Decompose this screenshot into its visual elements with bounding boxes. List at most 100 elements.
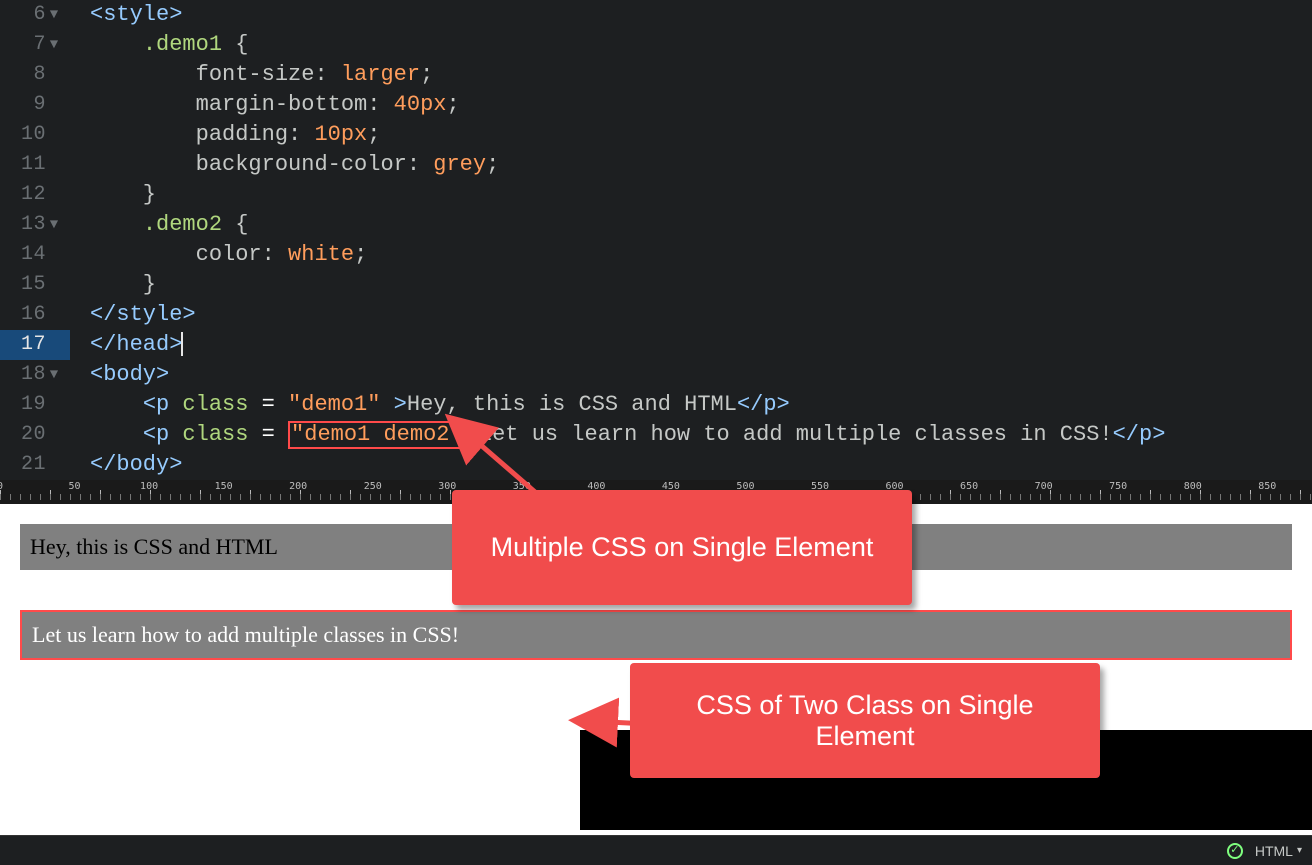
gutter-line[interactable]: 10: [0, 120, 70, 150]
line-number-gutter[interactable]: 6▼7▼8910111213▼1415161718▼192021: [0, 0, 70, 480]
code-token: ;: [446, 92, 459, 117]
code-token: </head>: [90, 332, 182, 357]
code-token: :: [288, 122, 314, 147]
code-line[interactable]: </style>: [90, 300, 1312, 330]
code-line[interactable]: font-size: larger;: [90, 60, 1312, 90]
line-number: 13: [0, 210, 46, 240]
code-token: :: [314, 62, 340, 87]
gutter-line[interactable]: 6▼: [0, 0, 70, 30]
code-line[interactable]: padding: 10px;: [90, 120, 1312, 150]
preview-paragraph-demo1-demo2: Let us learn how to add multiple classes…: [20, 610, 1292, 660]
code-token: [90, 212, 143, 237]
code-token: [380, 392, 393, 417]
annotation-callout-1: Multiple CSS on Single Element: [452, 490, 912, 605]
language-selector[interactable]: HTML ▾: [1255, 843, 1302, 859]
code-line[interactable]: }: [90, 180, 1312, 210]
code-token: 40px: [394, 92, 447, 117]
code-token: </style>: [90, 302, 196, 327]
code-token: font-size: [196, 62, 315, 87]
code-token: ;: [354, 242, 367, 267]
gutter-line[interactable]: 21: [0, 450, 70, 480]
code-line[interactable]: </body>: [90, 450, 1312, 480]
ruler-tick-label: 800: [1184, 481, 1202, 492]
line-number: 18: [0, 360, 46, 390]
code-token: white: [288, 242, 354, 267]
code-token: [90, 92, 196, 117]
code-line[interactable]: }: [90, 270, 1312, 300]
code-token: =: [262, 392, 275, 417]
code-token: [90, 152, 196, 177]
line-number: 6: [0, 0, 46, 30]
code-line[interactable]: <p class = "demo1" >Hey, this is CSS and…: [90, 390, 1312, 420]
line-number: 21: [0, 450, 46, 480]
gutter-line[interactable]: 17: [0, 330, 70, 360]
ruler-tick-label: 700: [1035, 481, 1053, 492]
ruler-tick-label: 200: [289, 481, 307, 492]
annotation-text: CSS of Two Class on Single Element: [650, 690, 1080, 752]
gutter-line[interactable]: 11: [0, 150, 70, 180]
code-line[interactable]: margin-bottom: 40px;: [90, 90, 1312, 120]
code-token: </p>: [737, 392, 790, 417]
annotation-text: Multiple CSS on Single Element: [491, 532, 874, 563]
chevron-down-icon: ▾: [1297, 845, 1302, 856]
code-area[interactable]: <style> .demo1 { font-size: larger; marg…: [90, 0, 1312, 480]
line-number: 14: [0, 240, 46, 270]
code-line[interactable]: color: white;: [90, 240, 1312, 270]
code-token: Let us learn how to add multiple classes…: [479, 422, 1113, 447]
gutter-line[interactable]: 9: [0, 90, 70, 120]
code-token: [90, 32, 143, 57]
gutter-line[interactable]: 20: [0, 420, 70, 450]
code-line[interactable]: <p class = "demo1 demo2">Let us learn ho…: [90, 420, 1312, 450]
code-token: <p: [143, 392, 169, 417]
code-token: :: [262, 242, 288, 267]
code-editor[interactable]: 6▼7▼8910111213▼1415161718▼192021 <style>…: [0, 0, 1312, 480]
line-number: 11: [0, 150, 46, 180]
fold-arrow-icon[interactable]: ▼: [46, 30, 62, 60]
gutter-line[interactable]: 15: [0, 270, 70, 300]
gutter-line[interactable]: 14: [0, 240, 70, 270]
status-ok-icon: [1227, 843, 1243, 859]
code-token: ;: [420, 62, 433, 87]
code-token: .demo2: [143, 212, 222, 237]
gutter-line[interactable]: 19: [0, 390, 70, 420]
code-token: [169, 422, 182, 447]
line-number: 19: [0, 390, 46, 420]
code-line[interactable]: <body>: [90, 360, 1312, 390]
fold-arrow-icon[interactable]: ▼: [46, 360, 62, 390]
code-token: [169, 392, 182, 417]
gutter-line[interactable]: 8: [0, 60, 70, 90]
code-line[interactable]: background-color: grey;: [90, 150, 1312, 180]
code-token: }: [90, 182, 156, 207]
code-line[interactable]: </head>: [90, 330, 1312, 360]
line-number: 16: [0, 300, 46, 330]
code-line[interactable]: .demo2 {: [90, 210, 1312, 240]
gutter-line[interactable]: 7▼: [0, 30, 70, 60]
gutter-line[interactable]: 13▼: [0, 210, 70, 240]
code-token: class: [182, 392, 248, 417]
code-token: :: [367, 92, 393, 117]
code-line[interactable]: <style>: [90, 0, 1312, 30]
code-token: [90, 392, 143, 417]
gutter-line[interactable]: 18▼: [0, 360, 70, 390]
code-token: padding: [196, 122, 288, 147]
ruler-tick-label: 150: [215, 481, 233, 492]
code-token: "demo1": [288, 392, 380, 417]
fold-arrow-icon[interactable]: ▼: [46, 0, 62, 30]
code-token: Hey, this is CSS and HTML: [407, 392, 737, 417]
code-token: </body>: [90, 452, 182, 477]
code-token: <style>: [90, 2, 182, 27]
code-token: {: [222, 32, 248, 57]
code-token: :: [407, 152, 433, 177]
code-token: >: [394, 392, 407, 417]
line-number: 9: [0, 90, 46, 120]
status-bar: HTML ▾: [0, 835, 1312, 865]
gutter-line[interactable]: 16: [0, 300, 70, 330]
gutter-line[interactable]: 12: [0, 180, 70, 210]
fold-arrow-icon[interactable]: ▼: [46, 210, 62, 240]
code-token: background-color: [196, 152, 407, 177]
code-token: ;: [486, 152, 499, 177]
code-token: [275, 422, 288, 447]
line-number: 20: [0, 420, 46, 450]
code-line[interactable]: .demo1 {: [90, 30, 1312, 60]
ruler-tick-label: 250: [364, 481, 382, 492]
